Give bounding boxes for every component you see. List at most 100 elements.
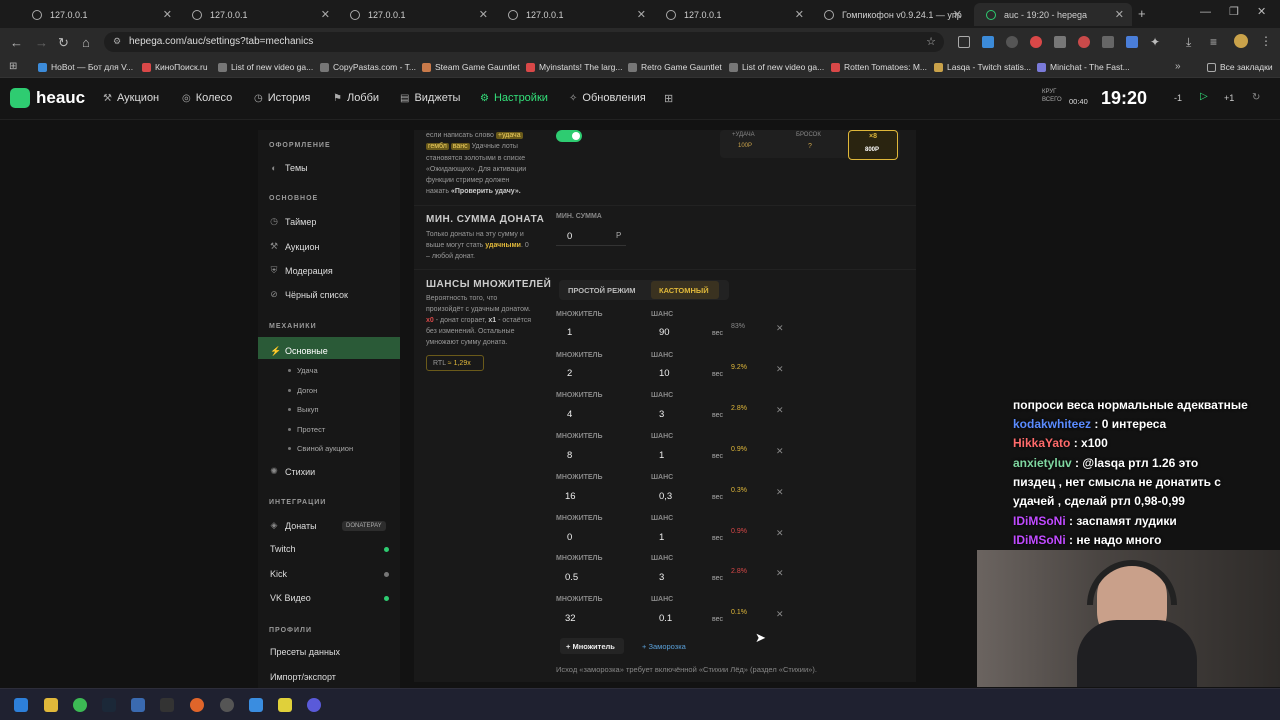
maximize-icon[interactable]: ❐ [1229, 5, 1239, 18]
timer-plus-button[interactable]: +1 [1224, 93, 1234, 103]
nav-lobby[interactable]: ⚑ Лобби [333, 92, 379, 104]
timer-minus-button[interactable]: -1 [1174, 93, 1182, 103]
sidebar-item-import[interactable]: Импорт/экспорт [270, 672, 336, 682]
chance-input[interactable]: 1 [659, 532, 664, 543]
firefox-icon[interactable] [190, 698, 204, 712]
remove-icon[interactable]: ✕ [776, 609, 784, 620]
sidebar-item-presets[interactable]: Пресеты данных [270, 647, 340, 657]
browser-tab[interactable]: 127.0.0.1 ✕ [20, 3, 180, 26]
remove-icon[interactable]: ✕ [776, 487, 784, 498]
remove-icon[interactable]: ✕ [776, 323, 784, 334]
bookmark-item[interactable]: Retro Game Gauntlet [628, 62, 722, 72]
add-multiplier-button[interactable]: + Множитель [560, 638, 624, 654]
browser-tab-active[interactable]: auc - 19:20 - hepega ✕ [974, 3, 1132, 26]
nav-settings[interactable]: ⚙ Настройки [480, 92, 548, 104]
sidebar-item-vk[interactable]: VK Видео [270, 593, 311, 603]
more-bookmarks-icon[interactable]: » [1175, 61, 1181, 72]
bookmark-item[interactable]: Minichat - The Fast... [1037, 62, 1130, 72]
notes-icon[interactable] [249, 698, 263, 712]
browser-tab[interactable]: 127.0.0.1 ✕ [654, 3, 812, 26]
chrome-icon[interactable] [73, 698, 87, 712]
add-freeze-button[interactable]: + Заморозка [642, 642, 686, 651]
nav-updates[interactable]: ✧ Обновления [569, 92, 646, 104]
explorer-icon[interactable] [44, 698, 58, 712]
obs-icon[interactable] [220, 698, 234, 712]
extension-icon[interactable] [1054, 36, 1066, 48]
sidebar-item-timer[interactable]: ◷ Таймер [270, 216, 316, 227]
extension-icon[interactable] [1078, 36, 1090, 48]
play-icon[interactable]: ▷ [1200, 91, 1208, 102]
menu-icon[interactable]: ⋮ [1260, 34, 1272, 48]
sidebar-subitem-pig-auction[interactable]: Свиной аукцион [288, 444, 353, 453]
back-icon[interactable]: ← [10, 35, 23, 50]
nav-history[interactable]: ◷ История [254, 92, 310, 104]
bookmark-item[interactable]: List of new video ga... [218, 62, 313, 72]
forward-icon[interactable]: → [35, 35, 48, 50]
close-icon[interactable]: ✕ [953, 8, 962, 21]
mult-input[interactable]: 32 [565, 613, 576, 624]
bookmark-item[interactable]: Steam Game Gauntlet [422, 62, 520, 72]
mult-input[interactable]: 0 [567, 532, 572, 543]
mult-input[interactable]: 4 [567, 409, 572, 420]
close-icon[interactable]: ✕ [1115, 8, 1124, 21]
bookmark-item[interactable]: Rotten Tomatoes: M... [831, 62, 927, 72]
reset-icon[interactable]: ↻ [1252, 92, 1260, 103]
all-bookmarks[interactable]: Все закладки [1207, 62, 1273, 72]
url-input[interactable]: ⚙ hepega.com/auc/settings?tab=mechanics … [104, 32, 944, 52]
sidebar-subitem-luck[interactable]: Удача [288, 366, 318, 375]
app-icon[interactable] [307, 698, 321, 712]
bookmark-item[interactable]: List of new video ga... [729, 62, 824, 72]
chance-input[interactable]: 90 [659, 327, 670, 338]
reload-icon[interactable]: ↻ [58, 35, 69, 51]
luck-toggle[interactable] [556, 130, 582, 142]
close-icon[interactable]: ✕ [479, 8, 488, 21]
new-tab-icon[interactable]: + [1138, 6, 1146, 21]
remove-icon[interactable]: ✕ [776, 446, 784, 457]
chance-input[interactable]: 0.1 [659, 613, 672, 624]
extension-icon[interactable] [958, 36, 970, 48]
app-icon[interactable] [131, 698, 145, 712]
home-icon[interactable]: ⌂ [82, 35, 90, 50]
bookmark-item[interactable]: КиноПоиск.ru [142, 62, 208, 72]
extensions-puzzle-icon[interactable]: ✦ [1150, 35, 1160, 49]
close-icon[interactable]: ✕ [321, 8, 330, 21]
mult-input[interactable]: 1 [567, 327, 572, 338]
extension-icon[interactable] [1102, 36, 1114, 48]
sidebar-subitem-buyout[interactable]: Выкуп [288, 405, 319, 414]
chance-input[interactable]: 10 [659, 368, 670, 379]
bookmark-item[interactable]: CopyPastas.com - T... [320, 62, 416, 72]
chance-input[interactable]: 3 [659, 572, 664, 583]
bookmark-item[interactable]: Lasqa - Twitch statis... [934, 62, 1031, 72]
nav-widgets[interactable]: ▤ Виджеты [400, 92, 460, 104]
mult-input[interactable]: 0.5 [565, 572, 578, 583]
sidebar-item-basic[interactable]: ⚡ Основные [258, 337, 400, 359]
avatar[interactable] [1234, 34, 1248, 48]
sidebar-item-auction[interactable]: ⚒ Аукцион [270, 241, 320, 252]
remove-icon[interactable]: ✕ [776, 405, 784, 416]
remove-icon[interactable]: ✕ [776, 364, 784, 375]
sidebar-item-donations[interactable]: ◈ Донаты [270, 520, 317, 531]
steam-icon[interactable] [102, 698, 116, 712]
site-info-icon[interactable]: ⚙ [113, 36, 121, 47]
sidebar-item-elements[interactable]: ✺ Стихии [270, 466, 315, 477]
close-icon[interactable]: ✕ [795, 8, 804, 21]
sidebar-item-moderation[interactable]: ⛨ Модерация [270, 265, 333, 276]
sidebar-item-themes[interactable]: ◐ Темы [270, 163, 307, 173]
extension-icon[interactable] [1126, 36, 1138, 48]
extension-icon[interactable] [1006, 36, 1018, 48]
app-logo[interactable]: heauc [10, 88, 85, 108]
remove-icon[interactable]: ✕ [776, 568, 784, 579]
extension-icon[interactable] [982, 36, 994, 48]
grid-icon[interactable]: ⊞ [664, 92, 673, 105]
chance-input[interactable]: 1 [659, 450, 664, 461]
sidebar-subitem-protest[interactable]: Протест [288, 425, 325, 434]
mult-input[interactable]: 8 [567, 450, 572, 461]
window-close-icon[interactable]: ✕ [1257, 5, 1266, 18]
browser-tab[interactable]: 127.0.0.1 ✕ [496, 3, 654, 26]
sidebar-item-blacklist[interactable]: ⊘ Чёрный список [270, 289, 348, 300]
extension-icon[interactable] [1030, 36, 1042, 48]
mode-simple-button[interactable]: ПРОСТОЙ РЕЖИМ [568, 286, 635, 295]
nav-auction[interactable]: ⚒ Аукцион [103, 92, 159, 104]
bookmark-item[interactable]: HoBot — Бот для V... [38, 62, 133, 72]
chance-input[interactable]: 0,3 [659, 491, 672, 502]
